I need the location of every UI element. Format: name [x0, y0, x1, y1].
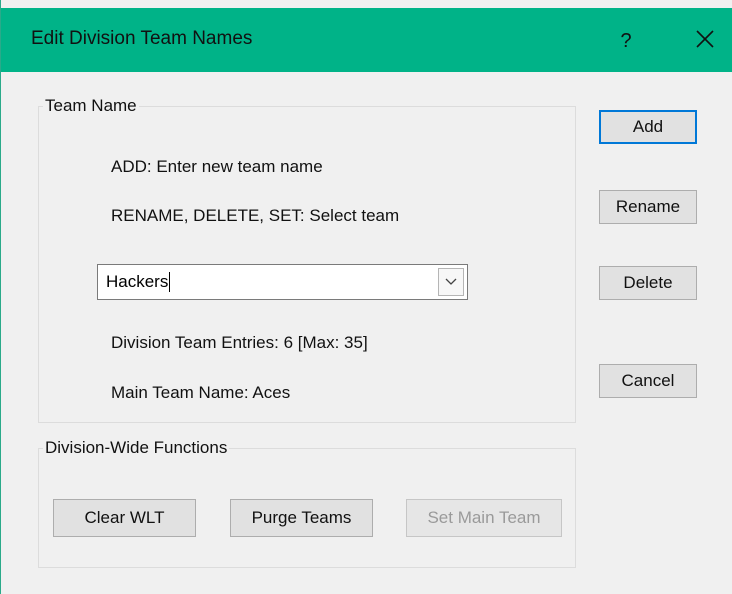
team-name-group: Team Name [38, 96, 576, 423]
help-button[interactable]: ? [601, 16, 651, 66]
close-button[interactable] [681, 16, 729, 66]
rename-button[interactable]: Rename [599, 190, 697, 224]
team-name-group-label: Team Name [45, 96, 137, 115]
set-main-team-button: Set Main Team [406, 499, 562, 537]
cancel-button[interactable]: Cancel [599, 364, 697, 398]
add-hint-text: ADD: Enter new team name [111, 157, 323, 176]
team-name-input[interactable]: Hackers [106, 272, 168, 292]
main-team-name-text: Main Team Name: Aces [111, 383, 291, 402]
title-bar[interactable]: Edit Division Team Names ? [1, 8, 732, 72]
clear-wlt-button[interactable]: Clear WLT [53, 499, 196, 537]
division-wide-functions-label: Division-Wide Functions [45, 438, 228, 457]
team-name-combobox[interactable]: Hackers [97, 264, 468, 300]
text-caret [169, 272, 170, 292]
edit-division-team-names-dialog: Edit Division Team Names ? Team Name ADD… [0, 0, 732, 594]
window-title: Edit Division Team Names [31, 28, 253, 49]
close-icon [696, 30, 714, 48]
combobox-dropdown-button[interactable] [438, 268, 464, 296]
purge-teams-button[interactable]: Purge Teams [230, 499, 373, 537]
chevron-down-icon [445, 278, 457, 285]
add-button[interactable]: Add [599, 110, 697, 144]
delete-button[interactable]: Delete [599, 266, 697, 300]
division-team-entries-text: Division Team Entries: 6 [Max: 35] [111, 333, 368, 352]
select-hint-text: RENAME, DELETE, SET: Select team [111, 206, 400, 225]
